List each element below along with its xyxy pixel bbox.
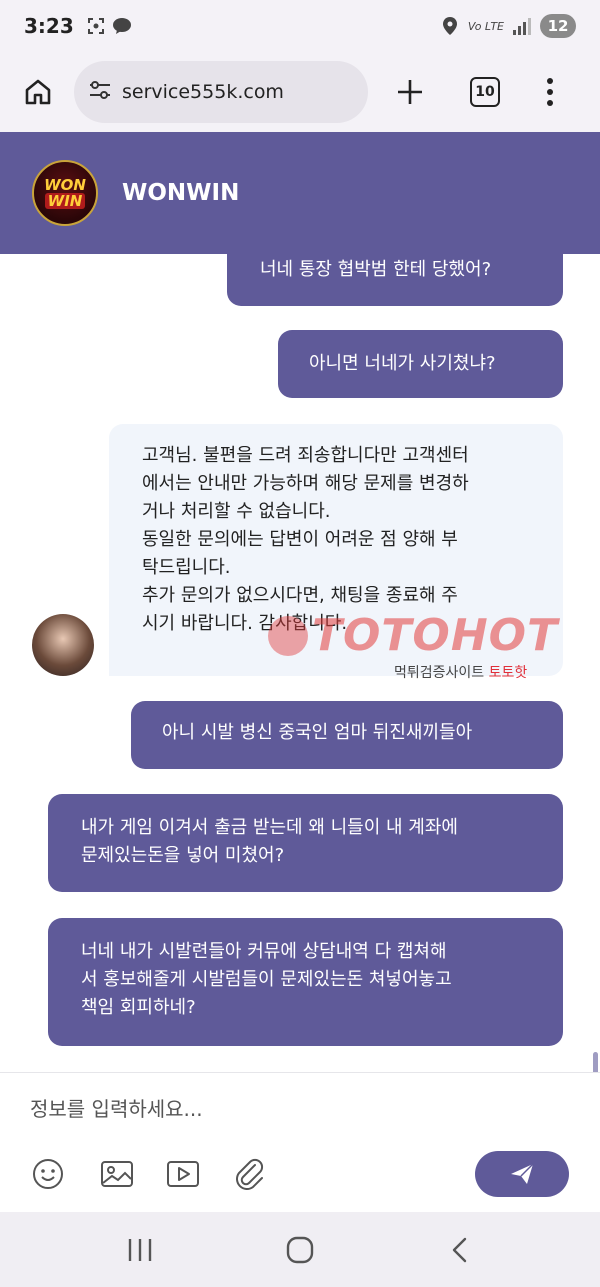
chat-messages[interactable]: 너네 통장 협박범 한테 당했어? 아니면 너네가 사기쳤냐? 고객님. 불편을… xyxy=(0,254,600,1072)
composer xyxy=(0,1072,600,1212)
watermark-subtitle-prefix: 먹튀검증사이트 xyxy=(394,665,485,681)
message-line: 책임 회피하네? xyxy=(81,997,196,1018)
chat-title: WONWIN xyxy=(122,180,240,206)
emoji-button[interactable] xyxy=(31,1157,65,1191)
message-line: 아니 시발 병신 중국인 엄마 뒤진새끼들아 xyxy=(162,722,473,743)
message-line: 거나 처리할 수 없습니다. xyxy=(142,501,331,522)
message-bubble-user: 아니 시발 병신 중국인 엄마 뒤진새끼들아 xyxy=(131,701,563,769)
new-tab-button[interactable] xyxy=(392,74,428,110)
agent-avatar xyxy=(32,614,94,676)
watermark-logo-text: TOTOHOT xyxy=(312,610,559,661)
screenshot-icon xyxy=(86,16,106,36)
send-icon xyxy=(511,1163,534,1184)
signal-icon xyxy=(512,16,532,36)
browser-menu-button[interactable] xyxy=(544,74,556,110)
watermark-flower-icon xyxy=(268,615,308,656)
message-line: 고객님. 불편을 드려 죄송합니다만 고객센터 xyxy=(142,445,469,466)
message-line: 문제있는돈을 넣어 미쳤어? xyxy=(81,845,285,866)
url-text: service555k.com xyxy=(122,81,284,103)
location-icon xyxy=(440,16,460,36)
menu-dot xyxy=(547,100,553,106)
message-line: 너네 통장 협박범 한테 당했어? xyxy=(260,259,492,280)
message-line: 너네 내가 시발련들아 커뮤에 상담내역 다 캡쳐해 xyxy=(81,941,447,962)
system-nav-bar xyxy=(0,1212,600,1287)
logo-text-top: WON xyxy=(44,176,86,194)
send-button[interactable] xyxy=(475,1151,569,1197)
home-nav-button[interactable] xyxy=(280,1230,320,1270)
message-line: 서 홍보해줄게 시발럼들이 문제있는돈 쳐넣어놓고 xyxy=(81,969,452,990)
message-line: 아니면 너네가 사기쳤냐? xyxy=(309,353,496,374)
browser-toolbar: service555k.com 10 xyxy=(0,52,600,132)
home-icon xyxy=(25,79,51,105)
home-button[interactable] xyxy=(20,74,56,110)
message-bubble-user: 너네 내가 시발련들아 커뮤에 상담내역 다 캡쳐해 서 홍보해줄게 시발럼들이… xyxy=(48,918,563,1046)
status-time: 3:23 xyxy=(24,14,74,38)
status-right-icons: Vo LTE 12 xyxy=(440,14,576,38)
tab-switcher-button[interactable]: 10 xyxy=(470,77,500,107)
message-line: 추가 문의가 없으시다면, 채팅을 종료해 주 xyxy=(142,585,458,606)
video-icon xyxy=(167,1161,199,1187)
message-bubble-user: 아니면 너네가 사기쳤냐? xyxy=(278,330,563,398)
message-line: 내가 게임 이겨서 출금 받는데 왜 니들이 내 계좌에 xyxy=(81,817,458,838)
brand-logo: WON WIN xyxy=(32,160,98,226)
image-upload-button[interactable] xyxy=(100,1157,134,1191)
back-icon xyxy=(452,1237,467,1262)
message-line: 동일한 문의에는 답변이 어려운 점 양해 부 xyxy=(142,529,458,550)
watermark-subtitle: 먹튀검증사이트 토토핫 xyxy=(394,662,527,682)
back-button[interactable] xyxy=(440,1230,480,1270)
network-label: Vo LTE xyxy=(467,19,504,33)
message-line: 에서는 안내만 가능하며 해당 문제를 변경하 xyxy=(142,473,469,494)
paperclip-icon xyxy=(236,1158,264,1190)
status-notification-icons xyxy=(86,16,132,36)
recent-apps-icon xyxy=(128,1238,152,1261)
site-settings-icon[interactable] xyxy=(88,79,112,105)
talk-icon xyxy=(112,16,132,36)
message-bubble-user: 내가 게임 이겨서 출금 받는데 왜 니들이 내 계좌에 문제있는돈을 넣어 미… xyxy=(48,794,563,892)
message-input[interactable] xyxy=(30,1091,570,1127)
home-circle-icon xyxy=(286,1236,314,1263)
watermark: TOTOHOT 먹튀검증사이트 토토핫 xyxy=(268,610,598,681)
battery-indicator: 12 xyxy=(540,14,576,38)
attach-file-button[interactable] xyxy=(233,1157,267,1191)
scrollbar-thumb[interactable] xyxy=(593,1052,598,1072)
watermark-subtitle-brand: 토토핫 xyxy=(488,665,528,681)
status-bar: 3:23 Vo LTE 12 xyxy=(0,0,600,52)
message-bubble-user: 너네 통장 협박범 한테 당했어? xyxy=(227,254,563,306)
watermark-logo: TOTOHOT xyxy=(268,610,598,661)
menu-dot xyxy=(547,78,553,84)
image-icon xyxy=(101,1161,133,1187)
address-bar[interactable]: service555k.com xyxy=(74,61,368,123)
video-upload-button[interactable] xyxy=(166,1157,200,1191)
recent-apps-button[interactable] xyxy=(120,1230,160,1270)
menu-dot xyxy=(547,89,553,95)
message-line: 탁드립니다. xyxy=(142,557,231,578)
logo-text-bottom: WIN xyxy=(44,193,86,209)
chat-header: WON WIN WONWIN xyxy=(0,132,600,254)
plus-icon xyxy=(398,80,422,104)
emoji-icon xyxy=(33,1159,63,1189)
